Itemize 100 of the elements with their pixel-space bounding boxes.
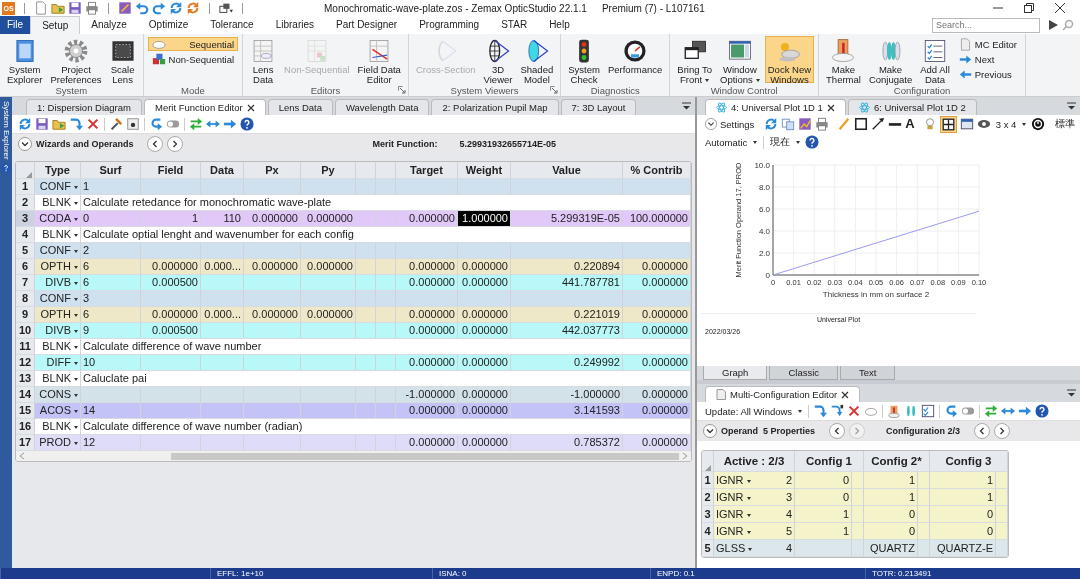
save-icon[interactable] bbox=[68, 1, 82, 15]
table-row[interactable]: 6 OPTH 6 0.000000 0.000... 0.000000 0.000000 0.000000 0.000000 0.220894 0.000000 bbox=[16, 259, 691, 275]
settings-button[interactable]: Settings bbox=[703, 118, 757, 130]
operand-type-dropdown[interactable]: CODA bbox=[39, 212, 78, 224]
close-icon[interactable] bbox=[246, 103, 255, 112]
table-row[interactable]: 4 BLNK Calculate optial lenght and wavenumber for each config bbox=[16, 227, 691, 243]
rectangle-icon[interactable] bbox=[854, 117, 869, 131]
mode-dropdown[interactable]: Automatic bbox=[703, 136, 760, 148]
table-row[interactable]: 4 IGNR 5 1 0 0 bbox=[702, 523, 1008, 540]
ribbon-button[interactable]: Make Thermal bbox=[823, 36, 864, 83]
document-tab[interactable]: Merit Function Editor bbox=[144, 99, 266, 115]
open-folder-icon[interactable] bbox=[51, 1, 65, 15]
document-tab[interactable]: Multi-Configuration Editor bbox=[705, 386, 861, 402]
ribbon-button[interactable]: Sequential bbox=[147, 37, 239, 51]
operand-type-dropdown[interactable]: BLNK bbox=[42, 372, 78, 384]
copy-icon[interactable] bbox=[781, 117, 796, 131]
table-row[interactable]: 12 DIFF 10 0.000000 0.000000 0.249992 0.000000 bbox=[16, 355, 691, 371]
expand-icon[interactable] bbox=[18, 137, 32, 151]
redo-icon[interactable] bbox=[152, 1, 166, 15]
text-tool-button[interactable]: A bbox=[905, 117, 915, 131]
help-icon[interactable] bbox=[240, 117, 254, 131]
operand-type-dropdown[interactable]: DIVB bbox=[45, 324, 78, 336]
search-field[interactable]: Search... bbox=[932, 17, 1040, 33]
checklist-icon[interactable] bbox=[921, 404, 936, 418]
play-icon[interactable] bbox=[1048, 20, 1058, 30]
menu-tab[interactable]: Help bbox=[538, 16, 581, 34]
menu-tab[interactable]: STAR bbox=[490, 16, 539, 34]
ribbon-button[interactable]: 3D Viewer bbox=[480, 36, 516, 83]
table-row[interactable]: 2 BLNK Calculate retedance for monochromatic wave-plate bbox=[16, 195, 691, 211]
ribbon-button[interactable]: System Check bbox=[565, 36, 603, 83]
document-tab[interactable]: Lens Data bbox=[267, 99, 333, 115]
operand-type-dropdown[interactable]: BLNK bbox=[42, 196, 78, 208]
curved-arrow-icon[interactable] bbox=[69, 117, 83, 131]
operand-type-dropdown[interactable]: CONF bbox=[39, 244, 78, 256]
ribbon-button[interactable]: Performance bbox=[604, 36, 666, 83]
operand-type-dropdown[interactable]: DIFF bbox=[46, 356, 78, 368]
menu-tab[interactable]: Setup bbox=[30, 16, 81, 34]
table-row[interactable]: 16 BLNK Calculate difference of wave number (radian) bbox=[16, 419, 691, 435]
ribbon-button[interactable]: Non-Sequential bbox=[147, 52, 239, 66]
print-icon[interactable] bbox=[85, 1, 99, 15]
ribbon-button[interactable]: Bring To Front bbox=[674, 36, 715, 83]
ribbon-button[interactable]: Window Options bbox=[717, 36, 763, 83]
menu-tab[interactable]: Optimize bbox=[137, 16, 200, 34]
help-icon[interactable] bbox=[1, 162, 11, 173]
swap-arrows-icon[interactable] bbox=[189, 117, 203, 131]
expand-icon[interactable] bbox=[703, 424, 717, 438]
previous-icon[interactable] bbox=[974, 423, 990, 439]
refresh-icon[interactable] bbox=[169, 1, 183, 15]
curved-arrow-icon[interactable] bbox=[149, 117, 163, 131]
ribbon-button[interactable]: Scale Lens bbox=[106, 36, 139, 83]
view-tab[interactable]: Text bbox=[840, 366, 896, 380]
operand-type-dropdown[interactable]: OPTH bbox=[40, 308, 78, 320]
ribbon-button[interactable]: Shaded Model bbox=[517, 36, 557, 83]
table-row[interactable]: 10 DIVB 9 0.000500 0.000000 0.000000 442.037773 0.000000 bbox=[16, 323, 691, 339]
horizontal-scrollbar[interactable] bbox=[16, 451, 691, 461]
previous-icon[interactable] bbox=[147, 136, 164, 152]
scrollbar-thumb[interactable] bbox=[171, 452, 679, 460]
pane-menu-icon[interactable] bbox=[1067, 389, 1076, 397]
ribbon-button[interactable]: Next bbox=[954, 52, 1021, 66]
table-row[interactable]: 8 CONF 3 bbox=[16, 291, 691, 307]
table-row[interactable]: 5 CONF 2 bbox=[16, 243, 691, 259]
operand-type-dropdown[interactable]: GLSS bbox=[716, 540, 753, 556]
help-icon[interactable] bbox=[1035, 404, 1050, 418]
menu-tab[interactable]: Libraries bbox=[264, 16, 325, 34]
update-dropdown[interactable]: Update: All Windows bbox=[703, 405, 805, 417]
operand-type-dropdown[interactable]: DIVB bbox=[45, 276, 78, 288]
ribbon-button[interactable]: Field Data Editor bbox=[354, 36, 404, 83]
undo-icon[interactable] bbox=[135, 1, 149, 15]
document-tab[interactable]: 4: Universal Plot 1D 1 bbox=[705, 99, 846, 115]
tools-icon[interactable] bbox=[109, 117, 123, 131]
side-panel-tab[interactable]: System Explorer bbox=[0, 97, 12, 568]
open-folder-icon[interactable] bbox=[52, 117, 66, 131]
operand-type-dropdown[interactable]: OPTH bbox=[40, 260, 78, 272]
operand-type-dropdown[interactable]: IGNR bbox=[716, 506, 751, 522]
operand-type-dropdown[interactable]: CONF bbox=[39, 180, 78, 192]
operand-type-dropdown[interactable]: BLNK bbox=[42, 228, 78, 240]
table-row[interactable]: 15 ACOS 14 0.000000 0.000000 3.141593 0.000000 bbox=[16, 403, 691, 419]
close-icon[interactable] bbox=[1054, 2, 1066, 14]
ribbon-button[interactable]: Make Conjugate bbox=[865, 36, 916, 83]
next-icon[interactable] bbox=[994, 423, 1010, 439]
ribbon-button[interactable]: Dock New Windows bbox=[764, 36, 815, 83]
operand-type-dropdown[interactable]: IGNR bbox=[716, 489, 751, 505]
table-row[interactable]: 3 IGNR 4 1 0 0 bbox=[702, 506, 1008, 523]
table-row[interactable]: 14 CONS -1.000000 0.000000 -1.000000 0.000000 bbox=[16, 387, 691, 403]
dot-square-icon[interactable] bbox=[126, 117, 140, 131]
print-icon[interactable] bbox=[815, 117, 830, 131]
dialog-launcher-icon[interactable] bbox=[397, 86, 406, 94]
document-tab[interactable]: 1: Dispersion Diagram bbox=[26, 99, 142, 115]
close-icon[interactable] bbox=[841, 390, 850, 399]
swap-arrows-icon[interactable] bbox=[984, 404, 999, 418]
document-edit-icon[interactable] bbox=[118, 1, 132, 15]
delete-icon[interactable] bbox=[86, 117, 100, 131]
ribbon-button[interactable]: MC Editor bbox=[954, 37, 1021, 51]
style-dropdown[interactable]: 標準 bbox=[1053, 117, 1080, 131]
refresh-icon[interactable] bbox=[764, 117, 779, 131]
next-icon[interactable] bbox=[167, 136, 184, 152]
window-icon[interactable] bbox=[959, 117, 974, 131]
operand-type-dropdown[interactable]: CONS bbox=[39, 388, 78, 400]
view-tab[interactable]: Classic bbox=[769, 366, 839, 380]
table-row[interactable]: 1 IGNR 2 0 1 1 bbox=[702, 472, 1008, 489]
